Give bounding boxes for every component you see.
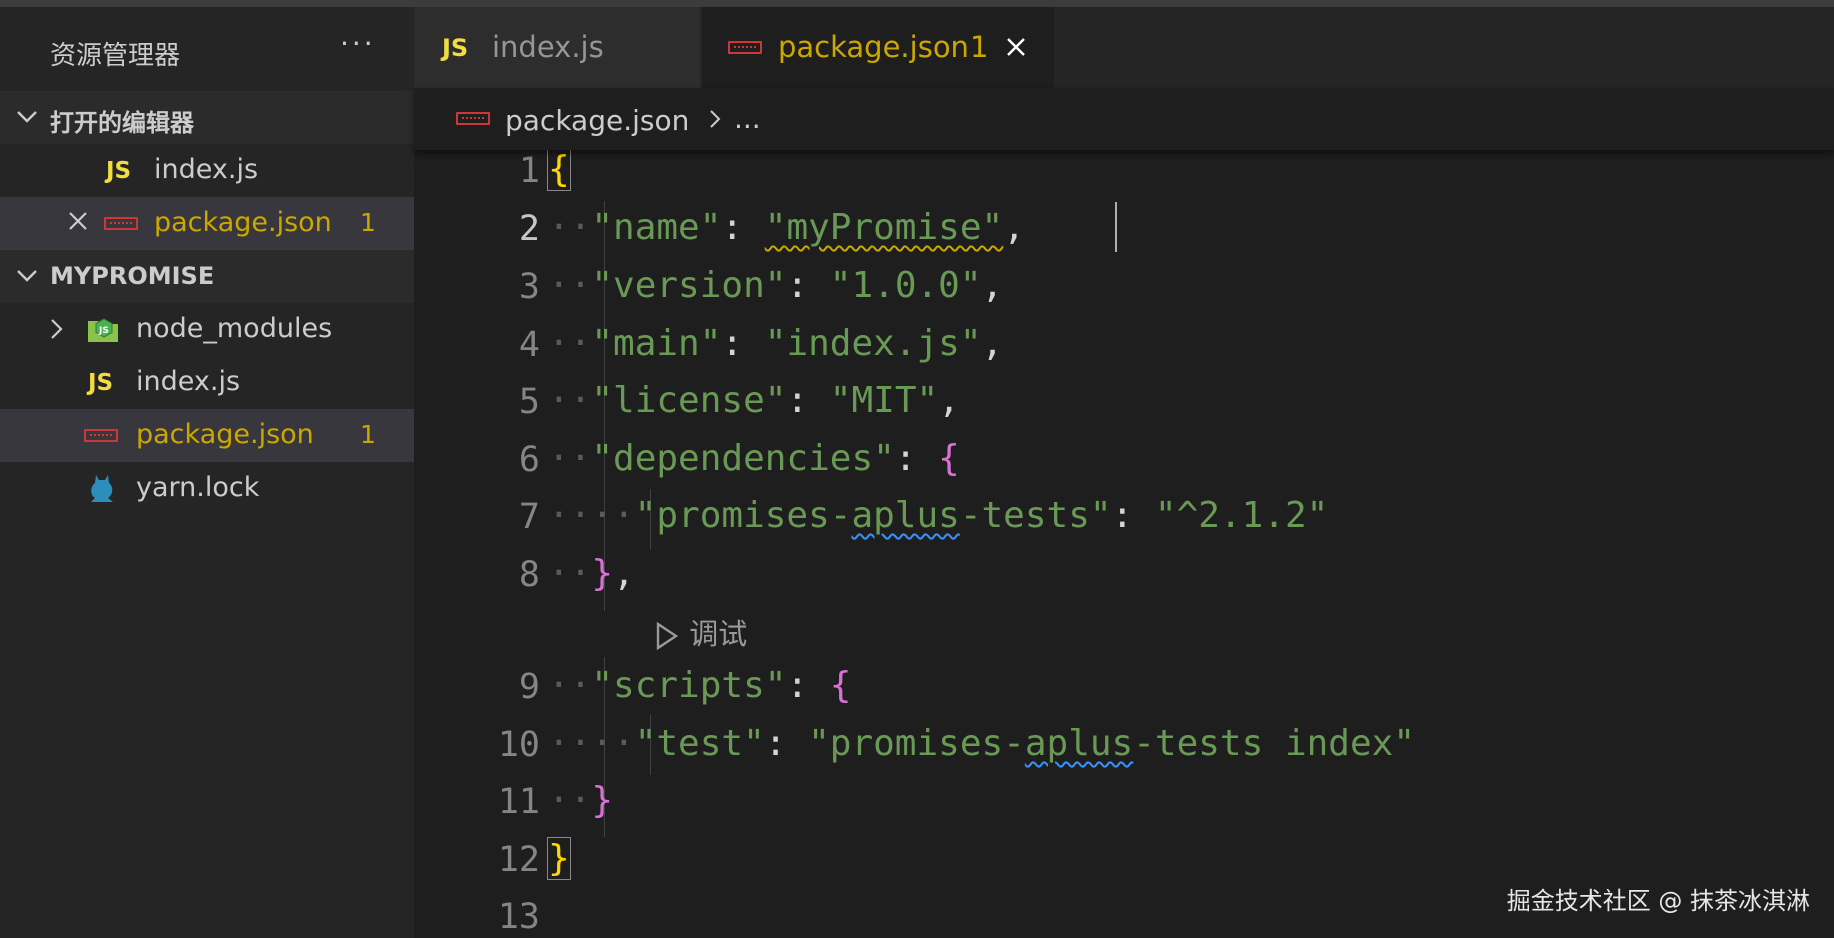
line-number: 11 [497, 782, 540, 822]
title-strip [0, 0, 1834, 7]
code-line: ··"dependencies": { [548, 438, 960, 479]
tree-item-label: yarn.lock [136, 472, 260, 503]
tab-package-json[interactable]: package.json 1 [702, 7, 1054, 88]
tree-item-label: index.js [136, 366, 241, 397]
npm-icon [456, 112, 490, 125]
tree-item-index-js[interactable]: JS index.js [0, 356, 414, 409]
debug-codelens[interactable]: 调试 [654, 611, 747, 653]
tree-item-package-json[interactable]: package.json 1 [0, 409, 414, 462]
close-icon[interactable] [1004, 35, 1028, 59]
code-line: ····"test": "promises-aplus-tests index" [548, 723, 1415, 764]
tab-bar: JS index.js package.json 1 [414, 7, 1834, 88]
tab-index-js[interactable]: JS index.js [414, 7, 700, 88]
chevron-right-icon [51, 319, 63, 339]
code-line: ··"license": "MIT", [548, 380, 960, 421]
js-icon: JS [106, 158, 132, 184]
open-editors-section-header[interactable]: 打开的编辑器 [0, 91, 414, 144]
breadcrumb-file[interactable]: package.json [505, 104, 689, 137]
code-line: ··} [548, 780, 614, 821]
problem-count-badge: 1 [360, 420, 376, 449]
tree-item-node-modules[interactable]: JS node_modules [0, 303, 414, 356]
code-line: ····"promises-aplus-tests": "^2.1.2" [548, 495, 1329, 536]
explorer-header: 资源管理器 ··· [0, 7, 414, 91]
problem-count-badge: 1 [360, 208, 376, 237]
code-line: } [547, 837, 571, 880]
line-number: 7 [518, 497, 540, 537]
explorer-sidebar: 资源管理器 ··· 打开的编辑器 JS index.js package.jso… [0, 7, 414, 938]
line-number: 4 [518, 325, 540, 365]
breadcrumb-symbols[interactable]: ... [734, 102, 761, 135]
npm-icon [104, 217, 138, 230]
tree-item-label: node_modules [136, 313, 333, 344]
code-line: ··"scripts": { [548, 665, 852, 706]
open-editor-item-index-js[interactable]: JS index.js [0, 144, 414, 197]
editor-area: JS index.js package.json 1 package.json … [414, 7, 1834, 938]
chevron-right-icon [710, 110, 721, 128]
code-line: ··"main": "index.js", [548, 323, 1004, 364]
line-number: 2 [518, 209, 540, 249]
code-line: ··}, [548, 553, 635, 594]
line-number: 8 [518, 555, 540, 595]
watermark: 掘金技术社区 @ 抹茶冰淇淋 [1506, 887, 1810, 915]
code-line: ··"version": "1.0.0", [548, 265, 1004, 306]
code-line: { [547, 148, 571, 191]
tab-label: package.json [778, 30, 969, 64]
chevron-down-icon [17, 270, 37, 282]
npm-icon [728, 41, 762, 54]
line-number: 9 [518, 667, 540, 707]
play-icon [656, 621, 679, 651]
tree-item-yarn-lock[interactable]: yarn.lock [0, 462, 414, 515]
line-number: 10 [497, 725, 540, 765]
text-cursor [1115, 202, 1117, 252]
svg-text:JS: JS [98, 326, 109, 336]
folder-section-header[interactable]: MYPROMISE [0, 250, 414, 303]
tab-label: index.js [492, 30, 604, 64]
debug-label: 调试 [689, 617, 748, 651]
explorer-title: 资源管理器 [50, 41, 181, 71]
folder-label: MYPROMISE [50, 262, 215, 290]
line-number: 1 [518, 151, 540, 191]
tree-item-label: package.json [136, 419, 314, 450]
close-icon[interactable] [66, 209, 90, 233]
line-number: 13 [497, 897, 540, 937]
js-icon: JS [88, 370, 114, 396]
more-actions-button[interactable]: ··· [340, 27, 376, 60]
node-folder-icon: JS [88, 318, 118, 342]
problem-count-badge: 1 [970, 30, 989, 64]
open-editors-label: 打开的编辑器 [50, 109, 194, 137]
open-editor-label: index.js [154, 154, 259, 185]
line-number: 5 [518, 382, 540, 422]
yarn-icon [91, 475, 113, 502]
breadcrumb: package.json ... [414, 88, 1834, 150]
open-editor-item-package-json[interactable]: package.json 1 [0, 197, 414, 250]
open-editor-label: package.json [154, 207, 332, 238]
line-number: 12 [497, 840, 540, 880]
line-number: 3 [518, 267, 540, 307]
npm-icon [84, 429, 118, 442]
js-icon: JS [442, 34, 469, 62]
chevron-down-icon [17, 111, 37, 123]
code-line: ··"name": "myPromise", [548, 207, 1025, 248]
line-number: 6 [518, 440, 540, 480]
